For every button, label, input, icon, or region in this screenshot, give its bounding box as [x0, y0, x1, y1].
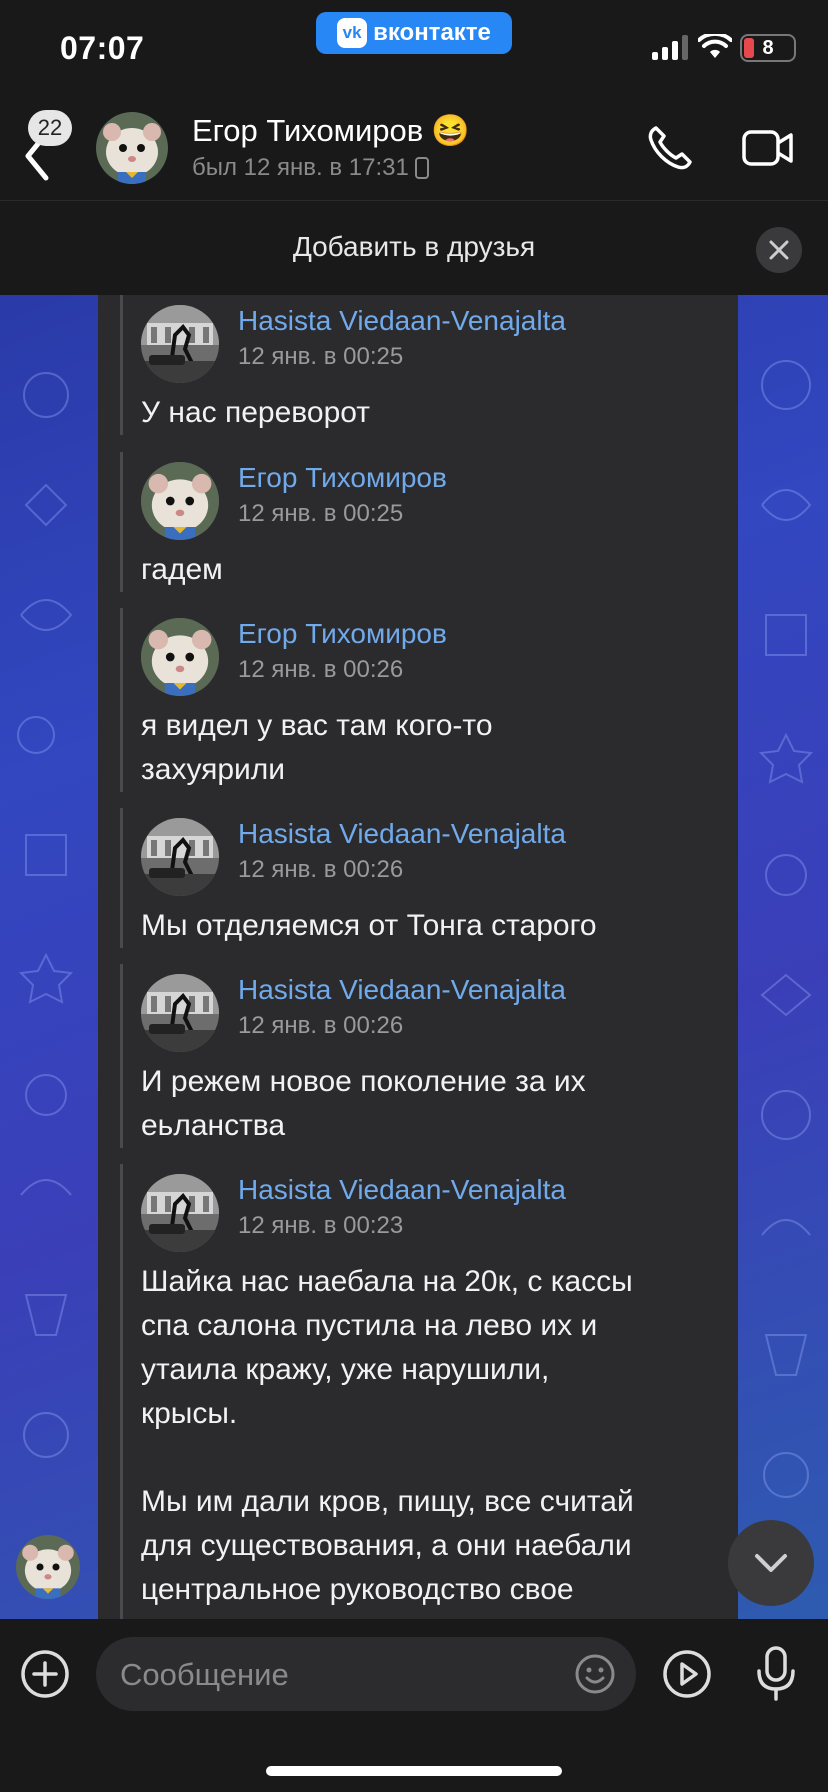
message-author-avatar[interactable]: [141, 1174, 219, 1252]
message-author-name[interactable]: Hasista Viedaan-Venajalta: [238, 1174, 566, 1206]
message-text: Шайка нас наебала на 20к, с кассы спа са…: [141, 1265, 634, 1606]
attach-plus-icon[interactable]: [20, 1649, 70, 1699]
message-author-name[interactable]: Hasista Viedaan-Venajalta: [238, 974, 566, 1006]
message-timestamp: 12 янв. в 00:26: [238, 656, 404, 683]
message-author-avatar[interactable]: [141, 305, 219, 383]
emoji-smile-icon[interactable]: [574, 1653, 616, 1695]
message-timestamp: 12 янв. в 00:26: [238, 856, 404, 883]
message-author-avatar[interactable]: [141, 974, 219, 1052]
message-author-name[interactable]: Егор Тихомиров: [238, 618, 447, 650]
message-author-name[interactable]: Егор Тихомиров: [238, 462, 447, 494]
forwarded-message[interactable]: Hasista Viedaan-Venajalta 12 янв. в 00:26…: [120, 964, 720, 1148]
forwarded-message[interactable]: Егор Тихомиров 12 янв. в 00:25 гадем: [120, 452, 720, 592]
message-input-placeholder: Сообщение: [120, 1657, 289, 1692]
hamster-avatar-icon: [141, 462, 219, 540]
message-input[interactable]: Сообщение: [96, 1637, 636, 1711]
forwarded-message[interactable]: Егор Тихомиров 12 янв. в 00:26 я видел у в…: [120, 608, 720, 792]
horse-statue-avatar-icon: [141, 818, 219, 896]
message-timestamp: 12 янв. в 00:23: [238, 1212, 404, 1239]
message-author-avatar[interactable]: [141, 462, 219, 540]
forwarded-message[interactable]: Hasista Viedaan-Venajalta 12 янв. в 00:26…: [120, 808, 720, 948]
message-author-avatar[interactable]: [141, 818, 219, 896]
horse-statue-avatar-icon: [141, 305, 219, 383]
message-timestamp: 12 янв. в 00:25: [238, 500, 404, 527]
home-indicator: [266, 1766, 562, 1776]
forwarded-message[interactable]: Hasista Viedaan-Venajalta 12 янв. в 00:25…: [120, 295, 720, 435]
message-text: Мы отделяемся от Тонга старого: [141, 909, 597, 942]
message-timestamp: 12 янв. в 00:25: [238, 343, 404, 370]
horse-statue-avatar-icon: [141, 1174, 219, 1252]
message-list: Hasista Viedaan-Venajalta 12 янв. в 00:25…: [0, 0, 828, 1619]
video-message-play-icon[interactable]: [662, 1649, 712, 1699]
message-text: И режем новое поколение за их еьланства: [141, 1065, 586, 1142]
message-author-avatar[interactable]: [141, 618, 219, 696]
message-text: гадем: [141, 553, 223, 586]
message-text: я видел у вас там кого-то захуярили: [141, 709, 493, 786]
hamster-avatar-icon: [141, 618, 219, 696]
message-author-name[interactable]: Hasista Viedaan-Venajalta: [238, 818, 566, 850]
microphone-icon[interactable]: [754, 1645, 798, 1703]
forwarded-message[interactable]: Hasista Viedaan-Venajalta 12 янв. в 00:23…: [120, 1164, 720, 1619]
sender-avatar[interactable]: [16, 1535, 80, 1599]
message-author-name[interactable]: Hasista Viedaan-Venajalta: [238, 305, 566, 337]
hamster-avatar-icon: [16, 1535, 80, 1599]
message-timestamp: 12 янв. в 00:26: [238, 1012, 404, 1039]
scroll-to-bottom-button[interactable]: [728, 1520, 814, 1606]
chevron-down-icon: [755, 1554, 787, 1572]
horse-statue-avatar-icon: [141, 974, 219, 1052]
message-text: У нас переворот: [141, 396, 371, 429]
